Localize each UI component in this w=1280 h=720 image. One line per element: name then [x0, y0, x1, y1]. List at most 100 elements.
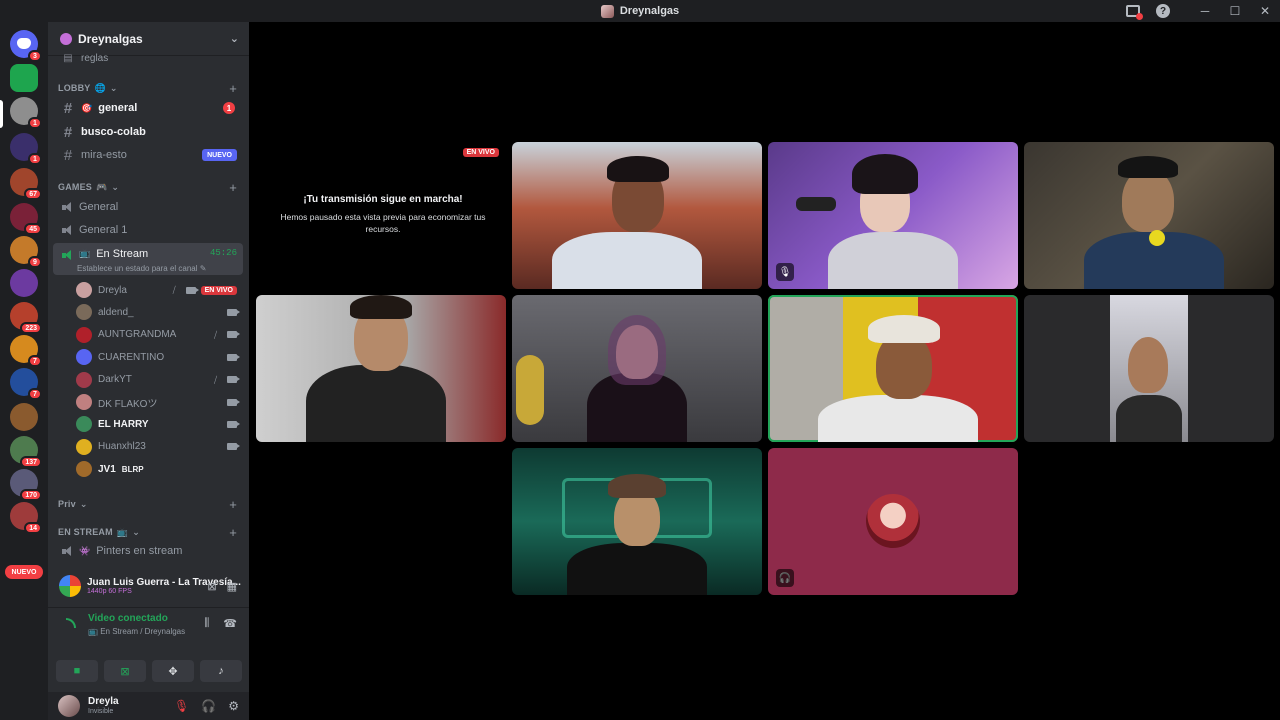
- camera-icon: [227, 353, 240, 361]
- activity-panel[interactable]: Juan Luis Guerra - La Travesía... 1440p …: [53, 567, 243, 605]
- category-lobby[interactable]: LOBBY 🌐 ⌄ +: [58, 80, 243, 96]
- channel-general[interactable]: # 🎯 general 1: [53, 97, 243, 119]
- voice-location[interactable]: 📺 En Stream / Dreynalgas: [88, 627, 185, 636]
- category-priv[interactable]: Priv ⌄ +: [58, 496, 243, 512]
- voice-connection-panel: Video conectado 📺 En Stream / Dreynalgas…: [48, 607, 249, 692]
- avatar[interactable]: [76, 304, 92, 321]
- signal-icon: [66, 618, 76, 628]
- mention-badge: 1: [223, 102, 235, 114]
- inbox-icon[interactable]: [1118, 0, 1148, 22]
- voice-status-title[interactable]: Video conectado: [88, 613, 168, 624]
- minimize-button[interactable]: ─: [1190, 0, 1220, 22]
- add-channel-icon[interactable]: +: [229, 180, 237, 195]
- window-title-text: Dreynalgas: [619, 5, 680, 17]
- server-k-icon[interactable]: [10, 64, 38, 92]
- voice-user[interactable]: JV1 BLRP: [76, 458, 241, 480]
- video-tile-3[interactable]: [1024, 142, 1274, 289]
- video-tile-5[interactable]: [512, 295, 762, 442]
- avatar[interactable]: [76, 394, 92, 410]
- channel-rules[interactable]: ▤ reglas: [53, 53, 243, 63]
- server-4-icon[interactable]: 1: [10, 133, 42, 165]
- voice-user[interactable]: AUNTGRANDMA ⧸: [76, 324, 241, 346]
- category-en-stream[interactable]: EN STREAM 📺 ⌄ +: [58, 524, 243, 540]
- server-12-icon[interactable]: [10, 403, 38, 431]
- video-tile-2[interactable]: 🎙: [768, 142, 1018, 289]
- hash-icon: #: [63, 99, 73, 117]
- video-tile-1[interactable]: [512, 142, 762, 289]
- avatar[interactable]: [76, 438, 92, 455]
- voice-user[interactable]: Huanxhl23: [76, 436, 241, 458]
- add-channel-icon[interactable]: +: [229, 81, 237, 96]
- add-channel-icon[interactable]: +: [229, 525, 237, 540]
- mic-muted-icon: ⧸: [214, 374, 218, 385]
- voice-user[interactable]: Dreyla ⧸ EN VIVO: [76, 279, 241, 301]
- camera-button[interactable]: ■: [56, 660, 98, 682]
- help-icon[interactable]: ?: [1148, 0, 1178, 22]
- voice-user[interactable]: DK FLAKOツ: [76, 391, 241, 413]
- noise-suppression-icon[interactable]: ⫼: [204, 617, 209, 630]
- camera-icon: [227, 376, 240, 384]
- voice-location-text: En Stream / Dreynalgas: [100, 627, 186, 636]
- video-tile-9[interactable]: 🎧: [768, 448, 1018, 595]
- stream-timer: 45:26: [209, 248, 237, 258]
- soundboard-button[interactable]: ♪: [200, 660, 242, 682]
- voice-channel-pinters[interactable]: 👾 Pinters en stream: [53, 540, 243, 562]
- avatar[interactable]: [76, 349, 92, 366]
- video-tile-6[interactable]: [768, 295, 1018, 442]
- server-13-icon[interactable]: 137: [10, 436, 42, 468]
- server-header[interactable]: Dreynalgas ⌄: [48, 22, 249, 56]
- channel-busco-colab[interactable]: # busco-colab: [53, 121, 243, 143]
- server-11-icon[interactable]: 7: [10, 368, 42, 400]
- voice-channel-general[interactable]: General: [53, 196, 243, 218]
- server-9-icon[interactable]: 223: [10, 302, 42, 334]
- server-14-icon[interactable]: 170: [10, 469, 42, 501]
- new-badge[interactable]: NUEVO: [5, 565, 43, 579]
- voice-user[interactable]: aldend_: [76, 301, 241, 323]
- channel-mira-esto[interactable]: # mira-esto NUEVO: [53, 144, 243, 166]
- avatar[interactable]: [76, 326, 92, 343]
- server-15-icon[interactable]: 14: [10, 502, 42, 534]
- server-rail: NUEVO 3 1 1 67 45 9 223 7 7 137 170 14: [0, 22, 48, 720]
- avatar[interactable]: [76, 371, 92, 388]
- voice-user-name: Dreyla: [98, 284, 127, 296]
- server-10-icon[interactable]: 7: [10, 335, 42, 367]
- gear-icon[interactable]: ⚙: [228, 699, 239, 713]
- server-6-icon[interactable]: 45: [10, 203, 42, 235]
- avatar[interactable]: [76, 416, 92, 433]
- paused-preview[interactable]: EN VIVO ¡Tu transmisión sigue en marcha!…: [263, 140, 503, 260]
- user-panel[interactable]: Dreyla Invisible 🎙 🎧 ⚙: [48, 692, 249, 720]
- video-tile-7[interactable]: [1024, 295, 1274, 442]
- voice-channel-general-1[interactable]: General 1: [53, 219, 243, 241]
- camera-icon: [185, 286, 199, 294]
- server-5-icon[interactable]: 67: [10, 168, 42, 200]
- video-tile-4[interactable]: [256, 295, 506, 442]
- server-dreynalgas-icon[interactable]: 1: [10, 97, 42, 129]
- server-7-icon[interactable]: 9: [10, 236, 42, 268]
- category-games[interactable]: GAMES 🎮 ⌄ +: [58, 179, 243, 195]
- activities-button[interactable]: ✥: [152, 660, 194, 682]
- window-title: Dreynalgas: [0, 0, 1280, 22]
- close-button[interactable]: ✕: [1250, 0, 1280, 22]
- add-channel-icon[interactable]: +: [229, 497, 237, 512]
- discord-home-icon[interactable]: 3: [10, 30, 42, 62]
- avatar[interactable]: [76, 282, 92, 298]
- voice-user[interactable]: DarkYT ⧸: [76, 369, 241, 391]
- voice-user[interactable]: CUARENTINO: [76, 346, 241, 368]
- headphones-icon[interactable]: 🎧: [201, 699, 216, 713]
- tv-icon: 📺: [88, 627, 98, 636]
- avatar[interactable]: [58, 695, 80, 717]
- channel-status-prompt[interactable]: Establece un estado para el canal ✎: [77, 264, 206, 273]
- speaker-icon: [61, 224, 73, 236]
- chevron-down-icon[interactable]: ⌄: [230, 32, 239, 45]
- disconnect-icon[interactable]: ☎: [223, 617, 237, 630]
- server-badge: 9: [28, 256, 42, 268]
- video-tile-8[interactable]: [512, 448, 762, 595]
- mic-muted-icon[interactable]: 🎙: [174, 699, 189, 713]
- screen-share-button[interactable]: ⊠: [104, 660, 146, 682]
- stop-stream-icon[interactable]: ⊠: [207, 580, 216, 593]
- server-8-icon[interactable]: [10, 269, 38, 297]
- maximize-button[interactable]: ☐: [1220, 0, 1250, 22]
- avatar[interactable]: [76, 461, 92, 478]
- voice-user[interactable]: EL HARRY: [76, 413, 241, 435]
- stream-settings-icon[interactable]: ▦: [227, 580, 237, 593]
